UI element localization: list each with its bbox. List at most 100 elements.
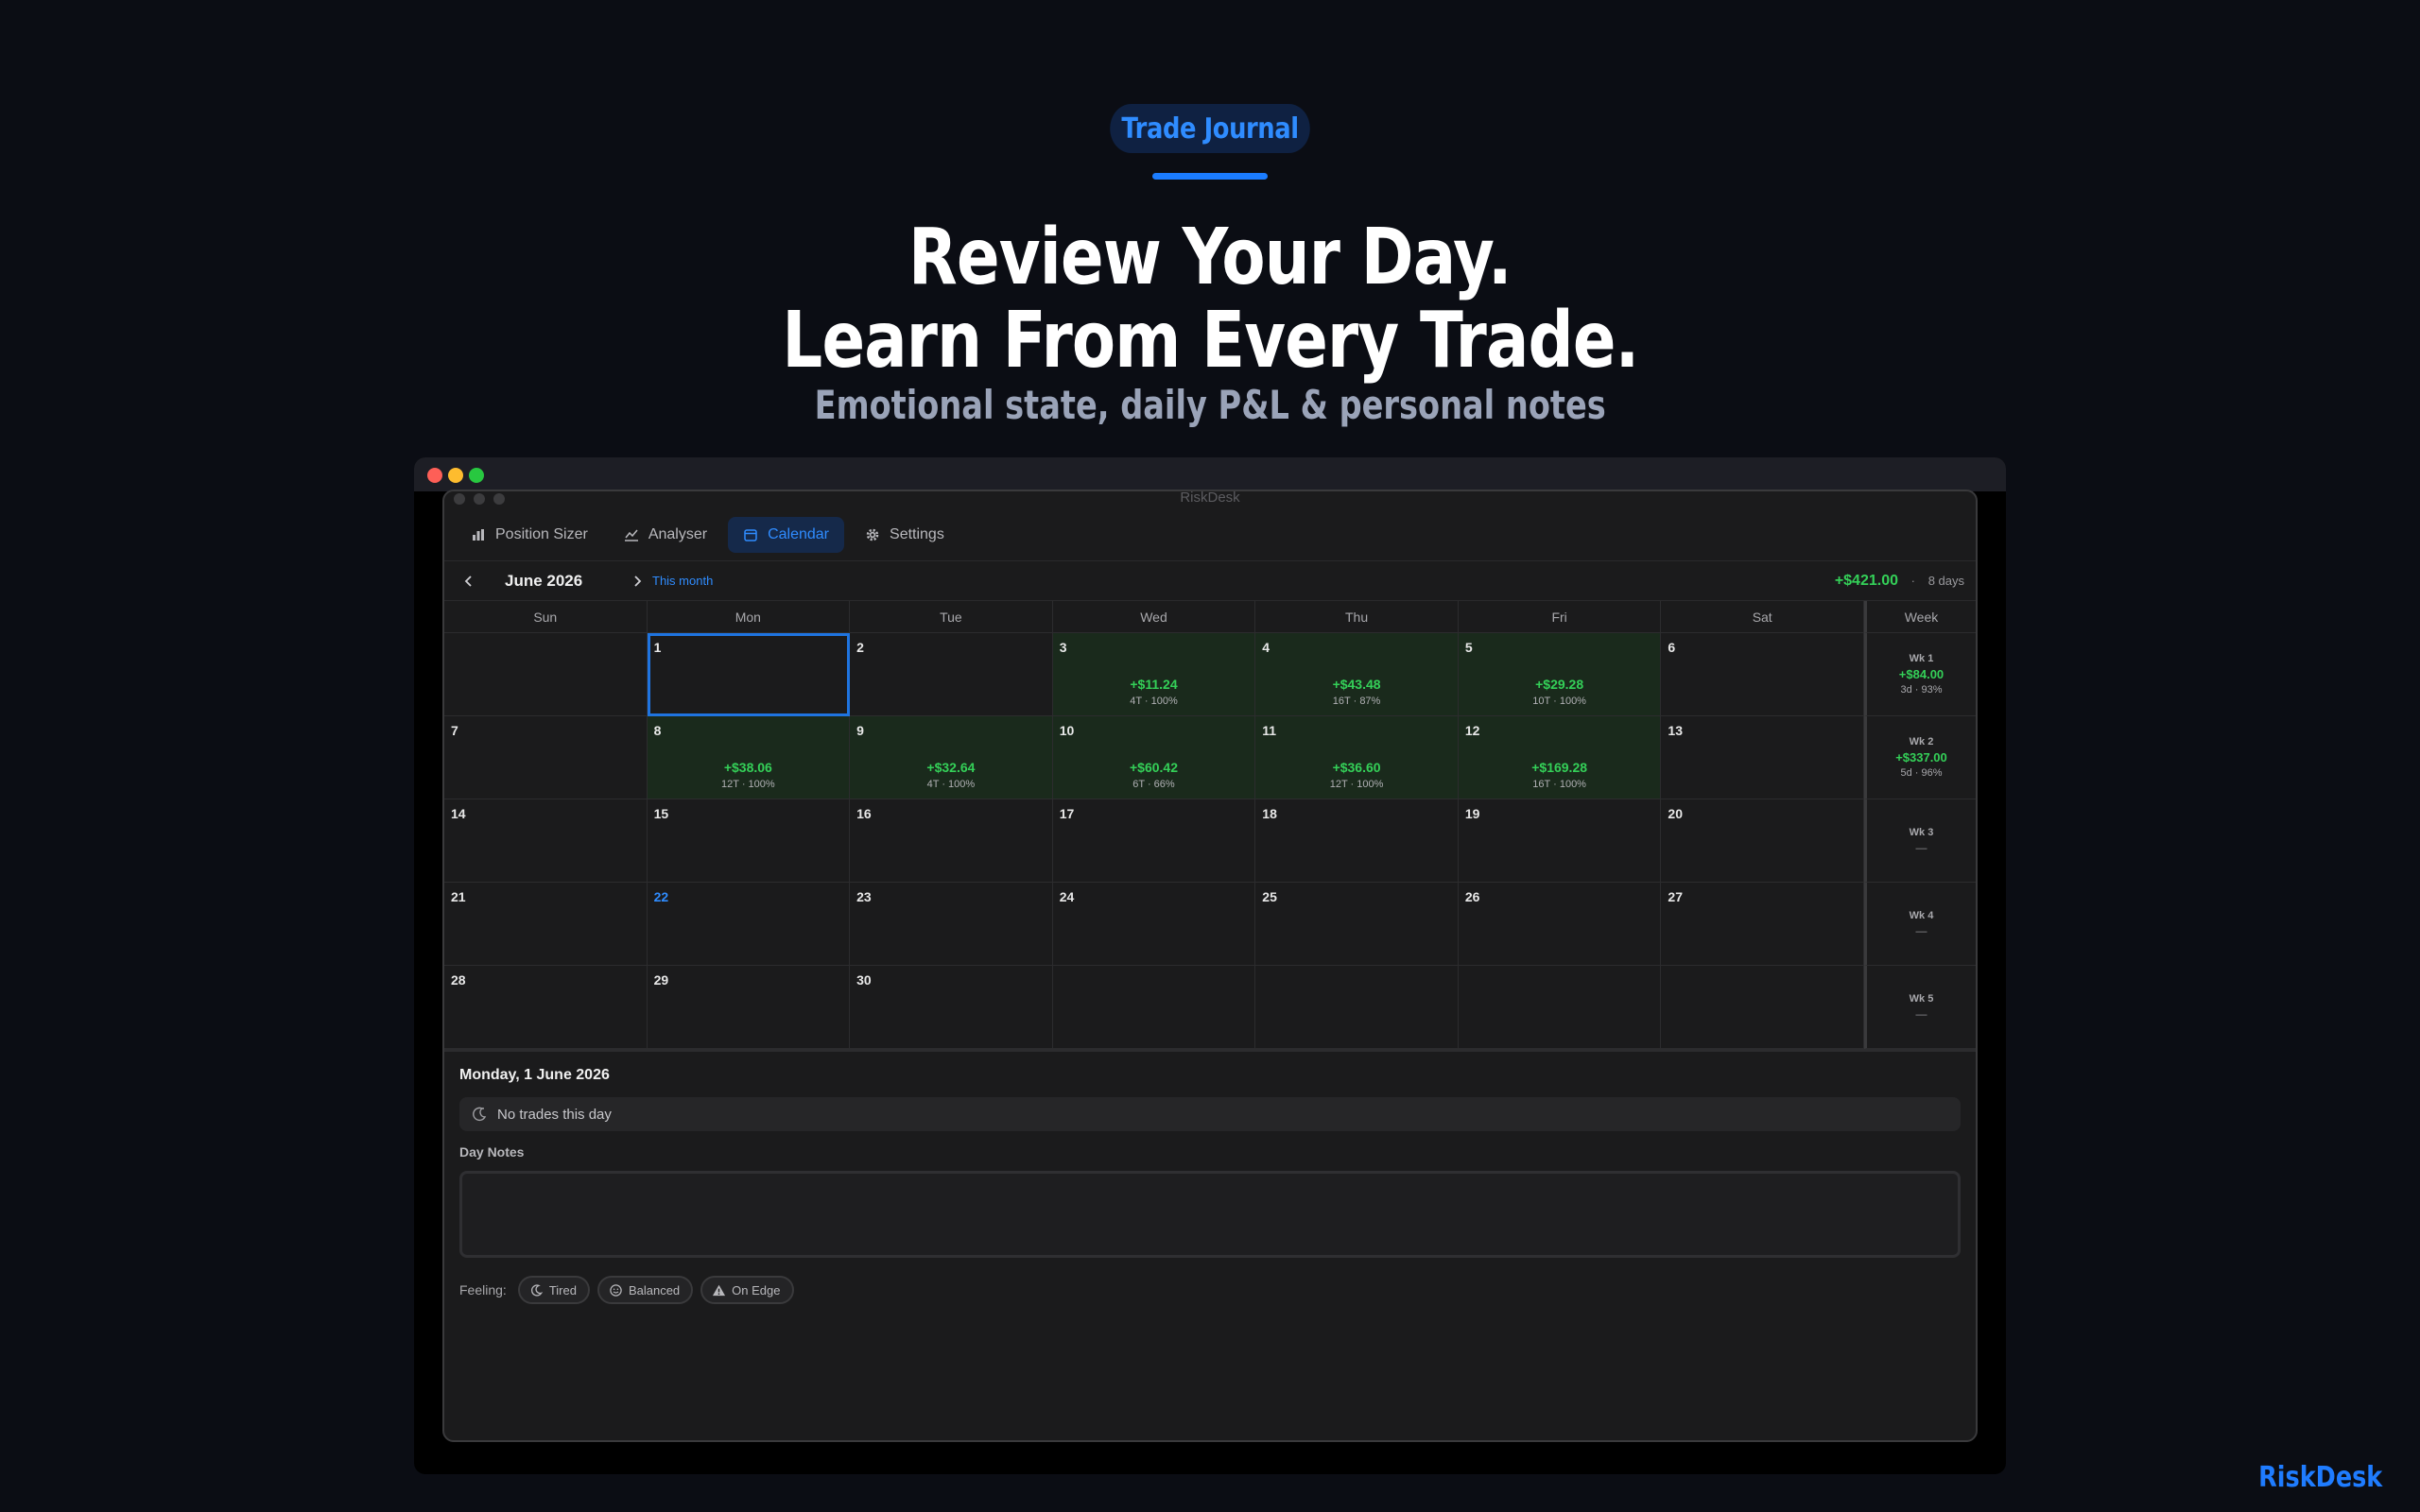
week-empty-dash: —: [1915, 841, 1927, 854]
line-chart-icon: [624, 529, 638, 541]
trade-journal-badge: Trade Journal: [1110, 104, 1310, 153]
app-window: RiskDesk Position Sizer Analyser Calenda…: [442, 490, 1978, 1442]
zoom-window-button[interactable]: [469, 468, 484, 483]
calendar-day-cell[interactable]: 15: [647, 799, 851, 883]
calendar-day-cell[interactable]: 3 +$11.24 4T · 100%: [1052, 633, 1256, 716]
calendar-day-cell[interactable]: 30: [850, 966, 1053, 1049]
calendar-day-cell: [1458, 966, 1662, 1049]
calendar-day-cell: [1052, 966, 1256, 1049]
calendar-icon: [744, 528, 757, 541]
tab-analyser[interactable]: Analyser: [609, 517, 722, 553]
tab-bar: Position Sizer Analyser Calendar Setting…: [444, 508, 1976, 561]
calendar-day-cell[interactable]: 9 +$32.64 4T · 100%: [850, 716, 1053, 799]
week-label: Wk 4: [1909, 910, 1934, 921]
no-trades-banner: No trades this day: [459, 1097, 1961, 1131]
calendar-day-cell[interactable]: 24: [1052, 883, 1256, 966]
day-detail-panel: Monday, 1 June 2026 No trades this day D…: [444, 1049, 1976, 1304]
week-stats: 3d · 93%: [1900, 684, 1943, 696]
calendar-day-cell: [1255, 966, 1459, 1049]
day-number: 17: [1059, 806, 1075, 821]
tab-calendar[interactable]: Calendar: [728, 516, 845, 553]
calendar-day-cell[interactable]: 25: [1255, 883, 1459, 966]
day-trade-stats: 10T · 100%: [1532, 696, 1586, 707]
calendar-day-cell[interactable]: 26: [1458, 883, 1662, 966]
minimize-window-button[interactable]: [448, 468, 463, 483]
calendar-day-cell[interactable]: 7: [444, 716, 648, 799]
day-number: 28: [451, 972, 466, 988]
calendar-day-cell[interactable]: 17: [1052, 799, 1256, 883]
calendar-day-cell[interactable]: 18: [1255, 799, 1459, 883]
headline-line-2: Learn From Every Trade.: [782, 296, 1639, 386]
this-month-link[interactable]: This month: [652, 574, 713, 588]
calendar-day-cell[interactable]: 27: [1661, 883, 1864, 966]
warning-icon: [713, 1284, 726, 1296]
calendar-day-cell[interactable]: 29: [647, 966, 851, 1049]
calendar-day-cell[interactable]: 13: [1661, 716, 1864, 799]
month-navigation-bar: June 2026 This month +$421.00 · 8 days: [444, 561, 1976, 601]
day-pnl: +$32.64: [926, 760, 976, 775]
calendar-day-cell[interactable]: 1: [647, 633, 851, 716]
day-number: 14: [451, 806, 466, 821]
tab-settings[interactable]: Settings: [850, 517, 959, 553]
today-day-number: 22: [653, 889, 669, 904]
day-number: 11: [1262, 723, 1277, 738]
week-label: Wk 2: [1909, 736, 1934, 747]
chevron-left-icon: [464, 575, 472, 587]
app-title: RiskDesk: [1180, 490, 1240, 506]
day-number: 8: [653, 723, 662, 738]
calendar-day-cell[interactable]: 10 +$60.42 6T · 66%: [1052, 716, 1256, 799]
chevron-right-icon: [634, 575, 642, 587]
weekday-header: Tue: [850, 601, 1053, 633]
week-pnl: +$84.00: [1898, 667, 1945, 681]
calendar-day-cell[interactable]: 8 +$38.06 12T · 100%: [647, 716, 851, 799]
calendar-day-cell[interactable]: 22: [647, 883, 851, 966]
day-trade-stats: 6T · 66%: [1132, 779, 1175, 790]
moon-icon: [473, 1107, 487, 1122]
calendar-day-cell: [444, 633, 648, 716]
outer-titlebar: [414, 457, 2006, 491]
calendar-day-cell[interactable]: 5 +$29.28 10T · 100%: [1458, 633, 1662, 716]
weekday-header: Mon: [647, 601, 851, 633]
tab-position-sizer[interactable]: Position Sizer: [456, 517, 603, 553]
calendar-day-cell[interactable]: 28: [444, 966, 648, 1049]
day-number: 3: [1059, 640, 1067, 655]
calendar-day-cell[interactable]: 16: [850, 799, 1053, 883]
day-number: 25: [1262, 889, 1277, 904]
day-trade-stats: 16T · 100%: [1532, 779, 1586, 790]
week-summary-cell: Wk 5 —: [1863, 966, 1976, 1049]
weekday-header: Fri: [1458, 601, 1662, 633]
selected-day-title: Monday, 1 June 2026: [459, 1067, 610, 1083]
day-number: 24: [1059, 889, 1075, 904]
calendar-day-cell[interactable]: 11 +$36.60 12T · 100%: [1255, 716, 1459, 799]
calendar-day-cell[interactable]: 4 +$43.48 16T · 87%: [1255, 633, 1459, 716]
app-titlebar: RiskDesk: [444, 491, 1976, 508]
calendar-day-cell[interactable]: 20: [1661, 799, 1864, 883]
week-empty-dash: —: [1915, 1007, 1927, 1021]
calendar-day-cell[interactable]: 2: [850, 633, 1053, 716]
feeling-label: Feeling:: [459, 1282, 507, 1297]
day-number: 1: [653, 640, 662, 655]
day-pnl: +$11.24: [1130, 677, 1178, 692]
next-month-button[interactable]: [624, 568, 650, 594]
calendar-day-cell[interactable]: 12 +$169.28 16T · 100%: [1458, 716, 1662, 799]
feeling-on-edge-chip[interactable]: On Edge: [700, 1276, 794, 1304]
day-pnl: +$60.42: [1129, 760, 1178, 775]
day-number: 19: [1464, 806, 1480, 821]
calendar-day-cell[interactable]: 19: [1458, 799, 1662, 883]
calendar-day-cell[interactable]: 6: [1661, 633, 1864, 716]
calendar-day-cell[interactable]: 21: [444, 883, 648, 966]
previous-month-button[interactable]: [456, 568, 482, 594]
calendar-day-cell[interactable]: 23: [850, 883, 1053, 966]
close-window-button[interactable]: [427, 468, 442, 483]
feeling-balanced-chip[interactable]: Balanced: [596, 1276, 694, 1304]
day-trade-stats: 12T · 100%: [1329, 779, 1384, 790]
feeling-tired-chip[interactable]: Tired: [517, 1276, 590, 1304]
day-number: 7: [451, 723, 458, 738]
day-notes-input[interactable]: [459, 1171, 1961, 1258]
tab-label: Calendar: [768, 525, 830, 542]
day-number: 13: [1668, 723, 1683, 738]
chip-label: Balanced: [628, 1282, 681, 1297]
weekday-header: Sun: [444, 601, 648, 633]
calendar-day-cell[interactable]: 14: [444, 799, 648, 883]
calendar-grid: Sun Mon Tue Wed Thu Fri Sat Week 1 2 3 +$11…: [444, 601, 1976, 1049]
